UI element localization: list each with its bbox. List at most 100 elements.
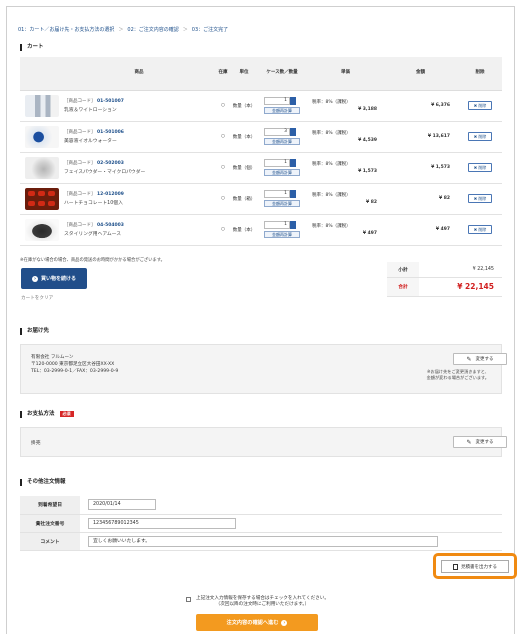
header-amount: 金額 (383, 57, 458, 91)
chevron-right-icon: › (31, 275, 38, 282)
save-info-label: 上記注文入力情報を保存する場合はチェックを入れてください。 (196, 596, 329, 601)
clear-cart-link[interactable]: カートをクリア (21, 295, 53, 301)
stock-status: ○ (214, 152, 232, 184)
field-label: 到着希望日 (20, 496, 80, 515)
quantity-spinner[interactable] (290, 190, 296, 198)
quantity-spinner[interactable] (290, 221, 296, 229)
continue-shopping-button[interactable]: › 買い物を続ける (21, 268, 87, 289)
lotion-bottles-image[interactable] (25, 94, 59, 117)
unit-price: ¥ 82 (366, 199, 377, 205)
document-icon (453, 563, 458, 570)
delete-button[interactable]: ✖ 削除 (468, 101, 492, 110)
delivery-company: 有限会社 フルムーン (31, 355, 74, 360)
table-row: ［商品コード］ 01-501007 乳液＆ワイトローション ○ 数量（本） 1 金額… (20, 90, 502, 122)
subtotal-row: 小計 ¥ 22,145 (387, 262, 502, 278)
delete-button[interactable]: ✖ 削除 (468, 225, 492, 234)
table-row: 貴社注文番号 123456789012345 (20, 514, 502, 533)
quantity-input[interactable]: 1 (264, 190, 290, 198)
delete-button[interactable]: ✖ 削除 (468, 194, 492, 203)
hair-mousse-image[interactable] (25, 218, 59, 241)
product-code: 02-502003 (96, 161, 124, 166)
header-stock: 在庫 (214, 57, 232, 91)
product-code: 01-501007 (96, 99, 124, 104)
delivery-panel: 有限会社 フルムーン 〒120-0000 東京都足立区大谷田XX-XX TEL：… (20, 344, 507, 394)
tax-rate: 税率：8%（課税） (312, 99, 351, 105)
product-name-link[interactable]: ハートチョコレート10個入 (64, 199, 214, 206)
product-code: 12-012009 (96, 192, 124, 197)
breadcrumb-separator: ＞ (118, 27, 124, 33)
recalculate-button[interactable]: 金額再計算 (264, 138, 300, 145)
delete-button[interactable]: ✖ 削除 (468, 163, 492, 172)
quantity-spinner[interactable] (290, 97, 296, 105)
recalculate-button[interactable]: 金額再計算 (264, 231, 300, 238)
tax-rate: 税率：8%（課税） (312, 192, 351, 198)
table-row: ［商品コード］ 04-504003 スタイリング用ヘアムース ○ 数量（本） 1金… (20, 214, 502, 246)
estimate-highlight: 見積書を出力する (433, 553, 517, 579)
serum-bottles-image[interactable] (25, 125, 59, 148)
unit-label: 数量（本） (232, 90, 256, 122)
heart-chocolate-image[interactable] (25, 187, 59, 210)
header-thumb (20, 57, 64, 91)
unit-price: ¥ 1,573 (358, 168, 377, 174)
delivery-date-input[interactable]: 2020/01/14 (88, 499, 156, 511)
order-number-input[interactable]: 123456789012345 (88, 517, 236, 529)
quantity-spinner[interactable] (290, 128, 296, 136)
delivery-phone: TEL：03-2999-0-1／FAX：03-2999-0-9 (31, 369, 119, 374)
pencil-icon: ✎ (466, 438, 472, 446)
line-amount: ¥ 1,573 (383, 152, 458, 184)
comment-input[interactable]: 宜しくお願いいたします。 (88, 535, 438, 547)
save-info-sublabel: （次回以降の注文時にご利用いただけます。） (215, 602, 310, 607)
line-amount: ¥ 13,617 (383, 121, 458, 153)
product-code: 01-501006 (96, 130, 124, 135)
field-label: 貴社注文番号 (20, 514, 80, 533)
stock-status: ○ (214, 121, 232, 153)
totals-table: 小計 ¥ 22,145 合計 ¥ 22,145 (387, 262, 502, 297)
payment-method: 掛売 (31, 441, 41, 446)
quantity-spinner[interactable] (290, 159, 296, 167)
pencil-icon: ✎ (466, 355, 472, 363)
recalculate-button[interactable]: 金額再計算 (264, 107, 300, 114)
line-amount: ¥ 497 (383, 214, 458, 246)
product-code: 04-504003 (96, 223, 124, 228)
header-qty: ケース数／数量 (256, 57, 308, 91)
cart-table-header: 商品 在庫 単位 ケース数／数量 単価 金額 削除 (20, 57, 502, 91)
tax-rate: 税率：8%（課税） (312, 223, 351, 229)
save-info-checkbox[interactable] (186, 597, 191, 602)
change-delivery-button[interactable]: ✎ 変更する (453, 353, 507, 365)
quantity-input[interactable]: 3 (264, 128, 290, 136)
breadcrumb-step-1[interactable]: 01：カート／お届け先・お支払方法の選択 (18, 27, 114, 33)
breadcrumb-separator: ＞ (182, 27, 188, 33)
recalculate-button[interactable]: 金額再計算 (264, 169, 300, 176)
table-row: ［商品コード］ 02-502003 フェイスパウダー・マイクロパウダー ○ 数量（… (20, 152, 502, 184)
output-estimate-button[interactable]: 見積書を出力する (441, 560, 509, 573)
cart-section-title: カート (20, 44, 44, 51)
subtotal-value: ¥ 22,145 (419, 262, 502, 278)
unit-label: 数量（本） (232, 121, 256, 153)
product-name-link[interactable]: 乳液＆ワイトローション (64, 106, 214, 113)
other-info-table: 到着希望日 2020/01/14 貴社注文番号 123456789012345 … (20, 496, 502, 551)
tax-rate: 税率：8%（課税） (312, 161, 351, 167)
quantity-input[interactable]: 1 (264, 221, 290, 229)
recalculate-button[interactable]: 金額再計算 (264, 200, 300, 207)
tax-rate: 税率：8%（課税） (312, 130, 351, 136)
unit-label: 数量（個） (232, 152, 256, 184)
delete-button[interactable]: ✖ 削除 (468, 132, 492, 141)
powder-puff-image[interactable] (25, 156, 59, 179)
product-name-link[interactable]: 美容液イオルウォーター (64, 137, 214, 144)
quantity-input[interactable]: 1 (264, 159, 290, 167)
breadcrumb: 01：カート／お届け先・お支払方法の選択＞ 02：ご注文内容の確認＞ 03：ご注文完… (18, 26, 228, 33)
unit-label: 数量（本） (232, 214, 256, 246)
table-row: 到着希望日 2020/01/14 (20, 496, 502, 515)
quantity-input[interactable]: 1 (264, 97, 290, 105)
required-badge: 必須 (59, 411, 74, 417)
confirm-order-button[interactable]: 注文内容の確認へ進む › (196, 614, 318, 631)
product-name-link[interactable]: スタイリング用ヘアムース (64, 230, 214, 237)
unit-price: ¥ 497 (362, 230, 377, 236)
subtotal-label: 小計 (387, 262, 419, 278)
line-amount: ¥ 6,376 (383, 90, 458, 122)
product-name-link[interactable]: フェイスパウダー・マイクロパウダー (64, 168, 214, 175)
header-unit: 単位 (232, 57, 256, 91)
table-row: コメント 宜しくお願いいたします。 (20, 532, 502, 551)
change-payment-button[interactable]: ✎ 変更する (453, 436, 507, 448)
header-product: 商品 (64, 57, 214, 91)
